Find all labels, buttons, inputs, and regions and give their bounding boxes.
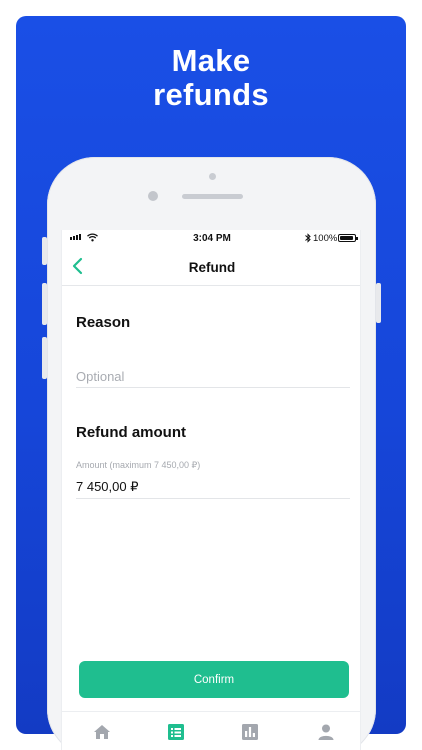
phone-speaker (182, 194, 243, 199)
battery-percentage: 100% (313, 233, 338, 244)
refund-amount-heading: Refund amount (76, 424, 186, 441)
phone-power-button (376, 283, 381, 323)
bar-chart-icon[interactable] (240, 722, 260, 742)
phone-sensor (209, 173, 216, 180)
amount-field-label: Amount (maximum 7 450,00 ₽) (76, 460, 201, 470)
promo-headline-line1: Make (171, 43, 251, 78)
page-title: Refund (188, 260, 236, 275)
reason-heading: Reason (76, 314, 131, 331)
promo-headline-line2: refunds (153, 77, 269, 112)
app-screen: 3:04 PM 100% Refund Reason Refund amount… (61, 230, 361, 750)
bluetooth-icon (305, 233, 311, 243)
nav-bar: Refund (62, 248, 360, 286)
phone-camera (148, 191, 158, 201)
profile-icon[interactable] (316, 722, 336, 742)
status-bar: 3:04 PM 100% (62, 230, 360, 248)
tab-bar (62, 711, 360, 750)
list-icon[interactable] (166, 722, 186, 742)
confirm-button[interactable]: Confirm (79, 661, 349, 698)
reason-input[interactable] (76, 360, 350, 388)
amount-input[interactable] (76, 475, 350, 499)
home-icon[interactable] (92, 722, 112, 742)
battery-icon (338, 234, 358, 242)
promo-headline: Make refunds (16, 44, 406, 112)
